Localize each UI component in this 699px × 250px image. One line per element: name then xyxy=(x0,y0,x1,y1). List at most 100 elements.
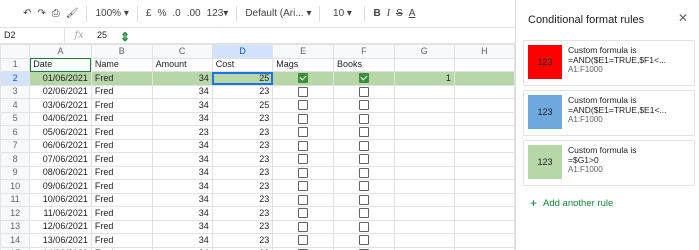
name-cell[interactable]: Fred xyxy=(90,165,153,180)
cell[interactable]: Amount xyxy=(151,57,213,72)
name-cell[interactable]: Fred xyxy=(90,84,153,99)
close-icon[interactable]: ✕ xyxy=(678,11,688,25)
row-number[interactable]: 10 xyxy=(0,179,31,194)
cell[interactable]: Date xyxy=(29,57,92,72)
row-number[interactable]: 12 xyxy=(0,206,31,221)
font-size-select[interactable]: 10 ▾ xyxy=(325,5,359,23)
checkbox[interactable] xyxy=(358,127,369,138)
row-number[interactable]: 1 xyxy=(0,57,31,72)
checkbox[interactable] xyxy=(358,221,369,232)
g-cell[interactable] xyxy=(393,152,455,167)
name-cell[interactable]: Fred xyxy=(90,192,153,207)
cost-cell[interactable]: 23 xyxy=(211,138,274,153)
date-cell[interactable]: 13/06/2021 xyxy=(29,233,92,248)
amount-cell[interactable]: 34 xyxy=(151,71,213,86)
mags-cell[interactable] xyxy=(272,98,334,113)
mags-cell[interactable] xyxy=(272,152,334,167)
date-cell[interactable]: 12/06/2021 xyxy=(29,219,92,234)
add-rule-button[interactable]: + Add another rule xyxy=(530,196,613,210)
cell[interactable]: Name xyxy=(90,57,153,72)
h-cell[interactable] xyxy=(453,233,515,248)
name-cell[interactable]: Fred xyxy=(90,98,153,113)
h-cell[interactable] xyxy=(453,192,515,207)
checkbox[interactable] xyxy=(298,167,309,178)
checkbox[interactable] xyxy=(358,73,369,84)
mags-cell[interactable] xyxy=(272,71,334,86)
checkbox[interactable] xyxy=(298,221,309,232)
strikethrough-button[interactable]: S xyxy=(393,5,406,23)
name-box[interactable]: D2 xyxy=(0,27,65,43)
corner-cell[interactable] xyxy=(0,44,31,59)
cell[interactable] xyxy=(393,57,455,72)
mags-cell[interactable] xyxy=(272,233,334,248)
mags-cell[interactable] xyxy=(272,138,334,153)
mags-cell[interactable] xyxy=(272,192,334,207)
checkbox[interactable] xyxy=(358,208,369,219)
cost-cell[interactable]: 25 xyxy=(211,71,274,86)
checkbox[interactable] xyxy=(358,154,369,165)
books-cell[interactable] xyxy=(332,138,395,153)
checkbox[interactable] xyxy=(358,181,369,192)
col-header-g[interactable]: G xyxy=(393,44,455,59)
row-number[interactable]: 9 xyxy=(0,165,31,180)
cost-cell[interactable]: 23 xyxy=(211,192,274,207)
cost-cell[interactable]: 23 xyxy=(211,165,274,180)
g-cell[interactable] xyxy=(393,192,455,207)
g-cell[interactable] xyxy=(393,179,455,194)
amount-cell[interactable]: 34 xyxy=(151,165,213,180)
amount-cell[interactable]: 34 xyxy=(151,98,213,113)
col-header-h[interactable]: H xyxy=(453,44,515,59)
mags-cell[interactable] xyxy=(272,219,334,234)
books-cell[interactable] xyxy=(332,233,395,248)
date-cell[interactable]: 05/06/2021 xyxy=(29,125,92,140)
zoom-select[interactable]: 100% ▾ xyxy=(92,5,131,23)
amount-cell[interactable]: 34 xyxy=(151,152,213,167)
cell[interactable] xyxy=(453,57,515,72)
h-cell[interactable] xyxy=(453,165,515,180)
format-rule[interactable]: 123 Custom formula is =AND($E1=TRUE,$E1<..… xyxy=(523,90,695,136)
cell[interactable]: Books xyxy=(332,57,395,72)
increase-decimals-button[interactable]: .00 xyxy=(184,5,204,23)
amount-cell[interactable]: 34 xyxy=(151,233,213,248)
checkbox[interactable] xyxy=(358,86,369,97)
checkbox[interactable] xyxy=(298,86,309,97)
row-number[interactable]: 14 xyxy=(0,233,31,248)
row-number[interactable]: 7 xyxy=(0,138,31,153)
date-cell[interactable]: 02/06/2021 xyxy=(29,84,92,99)
amount-cell[interactable]: 34 xyxy=(151,219,213,234)
books-cell[interactable] xyxy=(332,165,395,180)
amount-cell[interactable]: 34 xyxy=(151,192,213,207)
books-cell[interactable] xyxy=(332,179,395,194)
row-number[interactable]: 11 xyxy=(0,192,31,207)
col-header-b[interactable]: B xyxy=(90,44,153,59)
redo-icon[interactable]: ↷ xyxy=(34,5,48,23)
checkbox[interactable] xyxy=(358,194,369,205)
percent-button[interactable]: % xyxy=(154,5,169,23)
row-number[interactable]: 3 xyxy=(0,84,31,99)
cell[interactable]: Mags xyxy=(272,57,334,72)
checkbox[interactable] xyxy=(298,113,309,124)
format-rule[interactable]: 123 Custom formula is =AND($E1=TRUE,$F1<..… xyxy=(523,40,695,86)
formula-input[interactable]: 25 xyxy=(93,30,107,40)
g-cell[interactable] xyxy=(393,98,455,113)
checkbox[interactable] xyxy=(298,140,309,151)
name-cell[interactable]: Fred xyxy=(90,206,153,221)
amount-cell[interactable]: 34 xyxy=(151,111,213,126)
name-cell[interactable]: Fred xyxy=(90,111,153,126)
col-header-a[interactable]: A xyxy=(29,44,92,59)
date-cell[interactable]: 07/06/2021 xyxy=(29,152,92,167)
checkbox[interactable] xyxy=(298,194,309,205)
name-cell[interactable]: Fred xyxy=(90,71,153,86)
undo-icon[interactable]: ↶ xyxy=(20,5,34,23)
cost-cell[interactable]: 23 xyxy=(211,179,274,194)
books-cell[interactable] xyxy=(332,152,395,167)
books-cell[interactable] xyxy=(332,71,395,86)
g-cell[interactable] xyxy=(393,219,455,234)
name-cell[interactable]: Fred xyxy=(90,233,153,248)
checkbox[interactable] xyxy=(298,208,309,219)
checkbox[interactable] xyxy=(298,235,309,246)
row-number[interactable]: 2 xyxy=(0,71,31,86)
text-color-button[interactable]: A xyxy=(406,5,419,23)
mags-cell[interactable] xyxy=(272,125,334,140)
cell[interactable]: Cost xyxy=(211,57,274,72)
